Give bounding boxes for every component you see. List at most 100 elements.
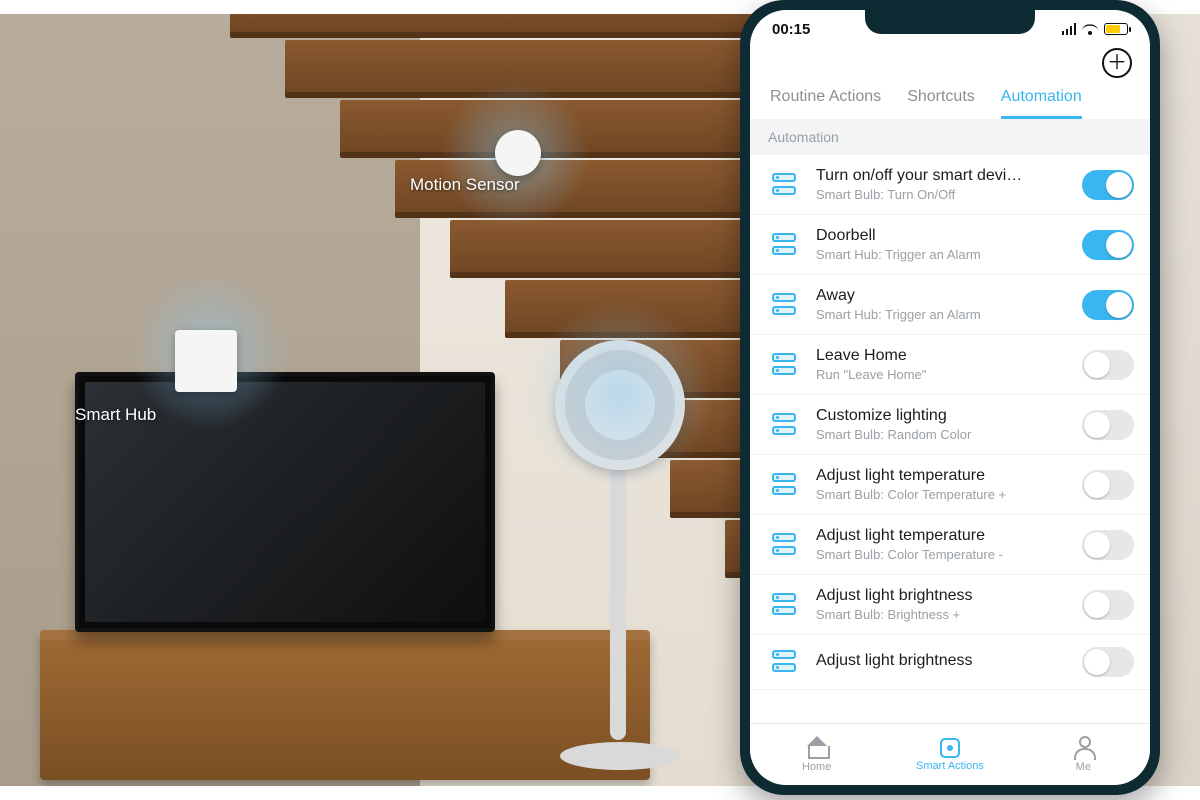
automation-toggle[interactable] xyxy=(1082,230,1134,260)
nav-label: Me xyxy=(1076,761,1091,773)
automation-icon xyxy=(768,171,802,199)
automation-toggle[interactable] xyxy=(1082,647,1134,677)
tab-bar: Routine Actions Shortcuts Automation xyxy=(750,80,1150,119)
motion-sensor-device xyxy=(495,130,541,176)
plus-icon: ＋ xyxy=(1107,53,1127,73)
bottom-nav: Home Smart Actions Me xyxy=(750,723,1150,785)
status-icons xyxy=(1062,23,1129,35)
toggle-knob xyxy=(1084,352,1110,378)
automation-toggle[interactable] xyxy=(1082,350,1134,380)
phone-screen: 00:15 ＋ Routine Actions Shortcuts Automati… xyxy=(750,10,1150,785)
automation-icon xyxy=(768,471,802,499)
toggle-knob xyxy=(1084,649,1110,675)
automation-subtitle: Run "Leave Home" xyxy=(816,367,1068,382)
automation-toggle[interactable] xyxy=(1082,590,1134,620)
automation-title: Turn on/off your smart devi… xyxy=(816,167,1068,185)
nav-label: Smart Actions xyxy=(916,760,984,772)
toggle-knob xyxy=(1084,472,1110,498)
automation-subtitle: Smart Bulb: Random Color xyxy=(816,427,1068,442)
fan-halo xyxy=(525,300,715,490)
add-button[interactable]: ＋ xyxy=(1102,48,1132,78)
automation-row[interactable]: Customize lighting Smart Bulb: Random Col… xyxy=(750,395,1150,455)
automation-title: Adjust light temperature xyxy=(816,527,1068,545)
automation-subtitle: Smart Hub: Trigger an Alarm xyxy=(816,307,1068,322)
fan-base xyxy=(560,742,680,770)
tab-automation[interactable]: Automation xyxy=(1001,88,1082,119)
tv-cabinet xyxy=(40,630,650,780)
automation-row[interactable]: Leave Home Run "Leave Home" xyxy=(750,335,1150,395)
automation-title: Away xyxy=(816,287,1068,305)
automation-icon xyxy=(768,411,802,439)
automation-list[interactable]: Turn on/off your smart devi… Smart Bulb: … xyxy=(750,155,1150,723)
automation-toggle[interactable] xyxy=(1082,410,1134,440)
phone-frame: 00:15 ＋ Routine Actions Shortcuts Automati… xyxy=(740,0,1160,795)
section-label: Automation xyxy=(750,119,1150,155)
automation-subtitle: Smart Bulb: Turn On/Off xyxy=(816,187,1068,202)
toggle-knob xyxy=(1106,292,1132,318)
status-time: 00:15 xyxy=(772,21,810,38)
automation-subtitle: Smart Bulb: Color Temperature - xyxy=(816,547,1068,562)
automation-title: Leave Home xyxy=(816,347,1068,365)
phone-notch xyxy=(865,10,1035,34)
automation-row[interactable]: Adjust light brightness xyxy=(750,635,1150,690)
automation-toggle[interactable] xyxy=(1082,470,1134,500)
automation-title: Adjust light brightness xyxy=(816,587,1068,605)
me-icon xyxy=(1072,736,1094,758)
automation-icon xyxy=(768,351,802,379)
screen-header: ＋ xyxy=(750,48,1150,80)
automation-subtitle: Smart Hub: Trigger an Alarm xyxy=(816,247,1068,262)
callout-smart-hub: Smart Hub xyxy=(75,405,156,425)
automation-icon xyxy=(768,291,802,319)
callout-motion-sensor: Motion Sensor xyxy=(410,175,520,195)
automation-icon xyxy=(768,231,802,259)
automation-title: Customize lighting xyxy=(816,407,1068,425)
automation-row[interactable]: Adjust light temperature Smart Bulb: Colo… xyxy=(750,515,1150,575)
automation-text: Adjust light temperature Smart Bulb: Colo… xyxy=(816,527,1068,562)
nav-label: Home xyxy=(802,761,831,773)
automation-icon xyxy=(768,591,802,619)
automation-row[interactable]: Adjust light temperature Smart Bulb: Colo… xyxy=(750,455,1150,515)
toggle-knob xyxy=(1084,592,1110,618)
tab-label: Shortcuts xyxy=(907,88,975,105)
automation-toggle[interactable] xyxy=(1082,530,1134,560)
automation-subtitle: Smart Bulb: Brightness + xyxy=(816,607,1068,622)
smart-actions-icon xyxy=(940,738,960,758)
automation-icon xyxy=(768,648,802,676)
automation-row[interactable]: Adjust light brightness Smart Bulb: Brigh… xyxy=(750,575,1150,635)
automation-toggle[interactable] xyxy=(1082,170,1134,200)
automation-toggle[interactable] xyxy=(1082,290,1134,320)
automation-row[interactable]: Turn on/off your smart devi… Smart Bulb: … xyxy=(750,155,1150,215)
automation-row[interactable]: Doorbell Smart Hub: Trigger an Alarm xyxy=(750,215,1150,275)
nav-smart-actions[interactable]: Smart Actions xyxy=(905,737,995,772)
toggle-knob xyxy=(1084,532,1110,558)
tab-routine-actions[interactable]: Routine Actions xyxy=(770,88,881,119)
wifi-icon xyxy=(1082,23,1098,35)
automation-title: Adjust light temperature xyxy=(816,467,1068,485)
automation-text: Doorbell Smart Hub: Trigger an Alarm xyxy=(816,227,1068,262)
automation-text: Adjust light temperature Smart Bulb: Colo… xyxy=(816,467,1068,502)
automation-row[interactable]: Away Smart Hub: Trigger an Alarm xyxy=(750,275,1150,335)
toggle-knob xyxy=(1106,172,1132,198)
tab-label: Automation xyxy=(1001,88,1082,105)
toggle-knob xyxy=(1084,412,1110,438)
automation-title: Doorbell xyxy=(816,227,1068,245)
nav-me[interactable]: Me xyxy=(1038,736,1128,773)
smart-hub-device xyxy=(175,330,237,392)
automation-text: Adjust light brightness Smart Bulb: Brigh… xyxy=(816,587,1068,622)
automation-icon xyxy=(768,531,802,559)
automation-text: Away Smart Hub: Trigger an Alarm xyxy=(816,287,1068,322)
battery-icon xyxy=(1104,23,1128,35)
automation-text: Leave Home Run "Leave Home" xyxy=(816,347,1068,382)
automation-subtitle: Smart Bulb: Color Temperature + xyxy=(816,487,1068,502)
tab-label: Routine Actions xyxy=(770,88,881,105)
automation-text: Customize lighting Smart Bulb: Random Col… xyxy=(816,407,1068,442)
fan-pole xyxy=(610,460,626,740)
signal-icon xyxy=(1062,23,1077,35)
nav-home[interactable]: Home xyxy=(772,736,862,773)
automation-title: Adjust light brightness xyxy=(816,652,1068,670)
toggle-knob xyxy=(1106,232,1132,258)
home-icon xyxy=(806,736,828,758)
automation-text: Turn on/off your smart devi… Smart Bulb: … xyxy=(816,167,1068,202)
tab-shortcuts[interactable]: Shortcuts xyxy=(907,88,975,119)
automation-text: Adjust light brightness xyxy=(816,652,1068,672)
